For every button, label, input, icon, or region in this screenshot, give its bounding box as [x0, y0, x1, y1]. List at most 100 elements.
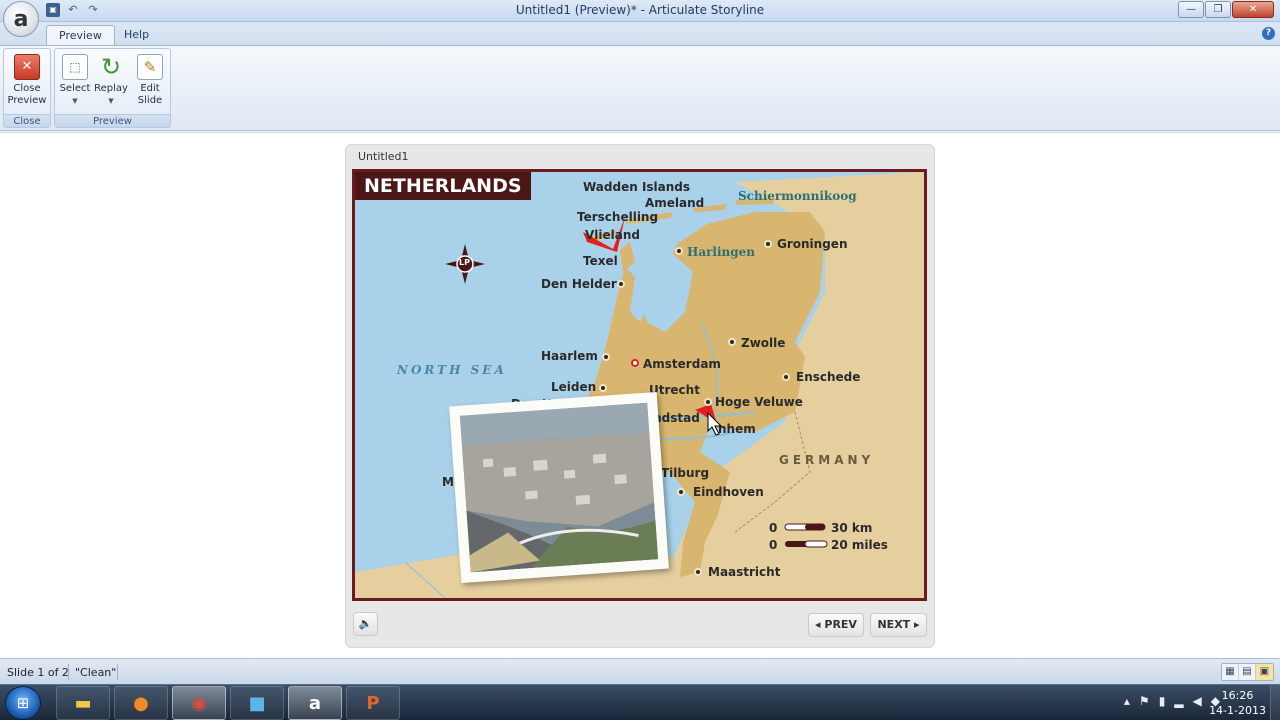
- normal-view-icon[interactable]: ▤: [1239, 664, 1256, 680]
- label-harlingen: Harlingen: [687, 245, 756, 259]
- network-icon[interactable]: ▂: [1174, 694, 1183, 708]
- label-den-helder: Den Helder: [541, 277, 617, 291]
- power-icon[interactable]: ▮: [1159, 694, 1166, 708]
- app-logo-letter: a: [13, 6, 29, 32]
- preview-view-icon[interactable]: ▣: [1256, 664, 1273, 680]
- city-dot-haarlem: [602, 353, 610, 361]
- theme-name: "Clean": [75, 666, 117, 679]
- ribbon: ✕ Close Preview Close ⬚ Select ▼ ↻ Repla…: [0, 45, 1280, 131]
- edit-slide-icon: ✎: [137, 54, 163, 80]
- city-dot-groningen: [764, 240, 772, 248]
- firefox-icon[interactable]: ●: [114, 686, 168, 720]
- powerpoint-icon[interactable]: P: [346, 686, 400, 720]
- city-dot-eindhoven: [677, 488, 685, 496]
- clock[interactable]: 16:26 14-1-2013: [1209, 688, 1266, 718]
- scale-zero-miles: 0: [769, 538, 778, 552]
- label-hoge-veluwe: Hoge Veluwe: [715, 395, 803, 409]
- volume-button[interactable]: 🔈: [353, 612, 378, 636]
- label-vlieland: Vlieland: [585, 228, 640, 242]
- window-controls: — ❐ ✕: [1178, 1, 1274, 18]
- storyline-app-button[interactable]: a: [3, 1, 39, 37]
- replay-label: Replay: [94, 83, 128, 94]
- twitter-icon[interactable]: ■: [230, 686, 284, 720]
- close-preview-icon: ✕: [14, 54, 40, 80]
- status-divider: [68, 664, 69, 680]
- select-dropdown-icon[interactable]: ▼: [58, 95, 92, 107]
- title-bar: a ▣ ↶ ↷ Untitled1 (Preview)* - Articulat…: [0, 0, 1280, 37]
- label-maastricht: Maastricht: [708, 565, 781, 579]
- mouse-cursor-icon: [707, 412, 723, 436]
- next-button[interactable]: NEXT ▸: [870, 613, 927, 637]
- minimize-button[interactable]: —: [1178, 1, 1204, 18]
- prev-button[interactable]: ◂ PREV: [808, 613, 864, 637]
- select-label: Select: [59, 83, 91, 94]
- label-haarlem: Haarlem: [541, 349, 598, 363]
- city-photo[interactable]: [449, 391, 669, 584]
- tab-help[interactable]: Help: [112, 25, 161, 46]
- ribbon-group-close: ✕ Close Preview Close: [3, 48, 51, 128]
- chrome-icon[interactable]: ◉: [172, 686, 226, 720]
- label-schiermonnikoog: Schiermonnikoog: [738, 189, 857, 203]
- clock-date: 14-1-2013: [1209, 704, 1266, 717]
- storyline-icon[interactable]: a: [288, 686, 342, 720]
- scale-zero-km: 0: [769, 521, 778, 535]
- edit-slide-label-2: Slide: [137, 95, 163, 106]
- story-view-icon[interactable]: ▦: [1222, 664, 1239, 680]
- slide-canvas[interactable]: NETHERLANDS Wadden Islands Ameland Schie…: [352, 169, 927, 601]
- tray-expand-icon[interactable]: ▴: [1124, 694, 1130, 708]
- label-zwolle: Zwolle: [741, 336, 786, 350]
- label-eindhoven: Eindhoven: [693, 485, 764, 499]
- label-leiden: Leiden: [551, 380, 597, 394]
- close-preview-label-1: Close: [13, 83, 41, 94]
- select-icon: ⬚: [62, 54, 88, 80]
- label-arnhem: nhem: [718, 422, 756, 436]
- label-tilburg: Tilburg: [661, 466, 710, 480]
- windows-taskbar: ⊞ ▬ ● ◉ ■ a P ▴ ⚑ ▮ ▂ ◀ ◆ 16:26 14-1-201…: [0, 684, 1280, 720]
- edit-slide-button[interactable]: ✎ Edit Slide: [133, 52, 167, 107]
- city-dot-leiden: [599, 384, 607, 392]
- label-enschede: Enschede: [796, 370, 861, 384]
- label-ameland: Ameland: [645, 196, 705, 210]
- help-icon[interactable]: ?: [1262, 27, 1275, 40]
- label-amsterdam: Amsterdam: [643, 357, 721, 371]
- tab-preview[interactable]: Preview: [46, 25, 115, 46]
- map-title: NETHERLANDS: [355, 172, 531, 200]
- status-divider: [117, 664, 118, 680]
- clock-time: 16:26: [1221, 689, 1254, 702]
- window-title: Untitled1 (Preview)* - Articulate Storyl…: [515, 3, 765, 17]
- group-label-close: Close: [4, 114, 50, 127]
- start-button[interactable]: ⊞: [5, 686, 41, 720]
- volume-icon[interactable]: ◀: [1193, 694, 1202, 708]
- status-bar: Slide 1 of 2 "Clean" ▦ ▤ ▣: [0, 658, 1280, 684]
- label-groningen: Groningen: [777, 237, 848, 251]
- edit-slide-label-1: Edit: [140, 83, 160, 94]
- action-center-icon[interactable]: ⚑: [1139, 694, 1150, 708]
- city-photo-image: [459, 402, 659, 573]
- label-germany: GERMANY: [779, 453, 875, 467]
- label-terschelling: Terschelling: [577, 210, 659, 224]
- close-preview-button[interactable]: ✕ Close Preview: [7, 52, 47, 107]
- close-preview-label-2: Preview: [7, 95, 47, 106]
- label-wadden-islands: Wadden Islands: [583, 180, 691, 194]
- label-north-sea: NORTH SEA: [397, 363, 507, 377]
- city-dot-maastricht: [694, 568, 702, 576]
- ribbon-tabs: Preview Help ?: [0, 22, 1280, 46]
- scale-km-label: 30 km: [831, 521, 873, 535]
- aerial-city-image: [459, 402, 659, 573]
- city-dot-amsterdam: [631, 359, 639, 367]
- replay-icon: ↻: [100, 53, 122, 81]
- maximize-button[interactable]: ❐: [1205, 1, 1231, 18]
- replay-button[interactable]: ↻ Replay ▼: [93, 52, 129, 107]
- show-desktop-button[interactable]: [1270, 685, 1280, 720]
- ribbon-group-preview: ⬚ Select ▼ ↻ Replay ▼ ✎ Edit Slide Previ…: [54, 48, 171, 128]
- close-window-button[interactable]: ✕: [1232, 1, 1274, 18]
- compass-icon: LP: [459, 258, 470, 267]
- view-switcher: ▦ ▤ ▣: [1221, 663, 1274, 681]
- city-dot-zwolle: [728, 338, 736, 346]
- select-button[interactable]: ⬚ Select ▼: [58, 52, 92, 107]
- label-texel: Texel: [583, 254, 618, 268]
- explorer-icon[interactable]: ▬: [56, 686, 110, 720]
- city-dot-hoge-veluwe: [704, 398, 712, 406]
- scale-miles-label: 20 miles: [831, 538, 888, 552]
- replay-dropdown-icon[interactable]: ▼: [93, 95, 129, 107]
